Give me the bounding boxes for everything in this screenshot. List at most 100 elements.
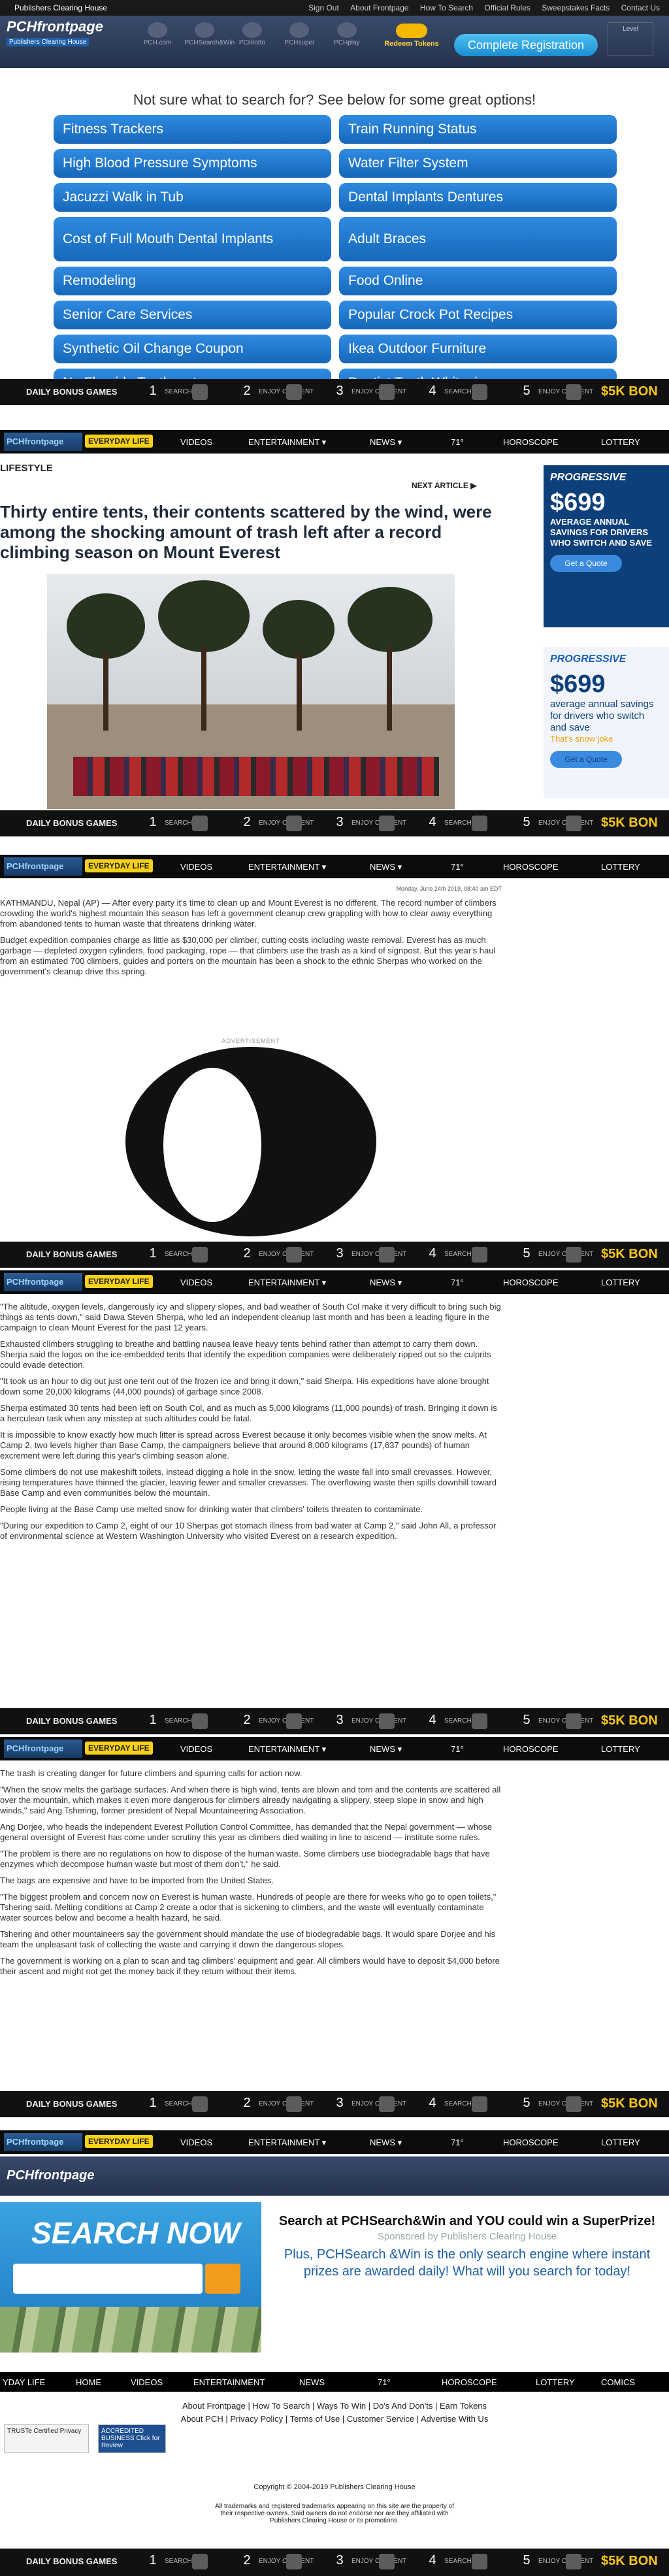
nav-home[interactable]: HOME bbox=[76, 2377, 101, 2387]
everyday-life-tab[interactable]: EVERYDAY LIFE bbox=[85, 859, 153, 872]
bonus-slot[interactable]: 1 SEARCH bbox=[145, 2095, 223, 2113]
nav-lottery[interactable]: LOTTERY bbox=[601, 862, 640, 872]
nav-logo[interactable]: PCHfrontpage bbox=[4, 857, 82, 876]
sign-out-link[interactable]: Sign Out bbox=[308, 3, 339, 12]
nav-horoscope[interactable]: HOROSCOPE bbox=[503, 1278, 559, 1287]
truste-badge[interactable]: TRUSTe Certified Privacy bbox=[4, 2424, 89, 2453]
nav-news[interactable]: NEWS ▾ bbox=[370, 862, 402, 872]
everyday-life-tab[interactable]: EVERYDAY LIFE bbox=[85, 435, 153, 448]
nav-horoscope[interactable]: HOROSCOPE bbox=[442, 2377, 497, 2387]
bonus-slot[interactable]: 1 SEARCH bbox=[145, 1712, 223, 1730]
bonus-prize[interactable]: $5K BON bbox=[601, 1713, 658, 1728]
pch-com-link[interactable]: PCH.com bbox=[137, 22, 178, 46]
nav-entertainment[interactable]: ENTERTAINMENT bbox=[193, 2377, 265, 2387]
bonus-prize[interactable]: $5K BON bbox=[601, 816, 658, 831]
bonus-slot[interactable]: 5ENJOY CONTENT bbox=[519, 1712, 597, 1730]
official-rules-link[interactable]: Official Rules bbox=[484, 3, 530, 12]
pch-logo[interactable]: PCHfrontpage Publishers Clearing House bbox=[7, 18, 131, 58]
nav-entertainment[interactable]: ENTERTAINMENT ▾ bbox=[248, 1744, 326, 1755]
nav-lottery[interactable]: LOTTERY bbox=[601, 2138, 640, 2147]
suggestion-button[interactable]: Train Running Status bbox=[339, 115, 617, 144]
footer-link[interactable]: Privacy Policy bbox=[230, 2414, 283, 2424]
nav-horoscope[interactable]: HOROSCOPE bbox=[503, 2138, 559, 2147]
bonus-slot[interactable]: 3ENJOY CONTENT bbox=[332, 814, 410, 833]
next-article-link[interactable]: NEXT ARTICLE ▶ bbox=[412, 481, 476, 490]
profile-level-box[interactable]: Level bbox=[608, 22, 653, 56]
nav-logo[interactable]: PCHfrontpage bbox=[4, 2133, 82, 2151]
nav-weather[interactable]: 71° bbox=[451, 862, 464, 872]
nav-horoscope[interactable]: HOROSCOPE bbox=[503, 1744, 559, 1754]
sweepstakes-facts-link[interactable]: Sweepstakes Facts bbox=[542, 3, 610, 12]
brand-link[interactable]: Publishers Clearing House bbox=[14, 3, 107, 12]
nav-news[interactable]: NEWS ▾ bbox=[370, 2138, 402, 2148]
nav-news[interactable]: NEWS ▾ bbox=[370, 1278, 402, 1288]
bonus-slot[interactable]: 5ENJOY CONTENT bbox=[519, 814, 597, 833]
footer-link[interactable]: Terms of Use bbox=[290, 2414, 340, 2424]
nav-entertainment[interactable]: ENTERTAINMENT ▾ bbox=[248, 1278, 326, 1288]
bonus-prize[interactable]: $5K BON bbox=[601, 2554, 658, 2569]
footer-link[interactable]: About Frontpage bbox=[182, 2401, 246, 2411]
bonus-slot[interactable]: 4 SEARCH bbox=[425, 2095, 503, 2113]
bonus-slot[interactable]: 1 SEARCH bbox=[145, 1246, 223, 1264]
suggestion-button[interactable]: Water Filter System bbox=[339, 149, 617, 178]
pch-super-link[interactable]: PCHsuper bbox=[279, 22, 319, 46]
suggestion-button[interactable]: Jacuzzi Walk in Tub bbox=[54, 183, 331, 212]
nav-news[interactable]: NEWS ▾ bbox=[370, 1744, 402, 1755]
bonus-slot[interactable]: 2ENJOY CONTENT bbox=[239, 1246, 318, 1264]
bonus-slot[interactable]: 1 SEARCH bbox=[145, 2552, 223, 2571]
bonus-slot[interactable]: 3ENJOY CONTENT bbox=[332, 1712, 410, 1730]
about-frontpage-link[interactable]: About Frontpage bbox=[350, 3, 408, 12]
suggestion-button[interactable]: High Blood Pressure Symptoms bbox=[54, 149, 331, 178]
bonus-slot[interactable]: 1 SEARCH bbox=[145, 383, 223, 401]
promo-search-input[interactable] bbox=[13, 2264, 203, 2294]
get-quote-button[interactable]: Get a Quote bbox=[550, 555, 622, 572]
bbb-badge[interactable]: ACCREDITED BUSINESS Click for Review bbox=[98, 2424, 166, 2453]
promo-logo[interactable]: PCHfrontpage bbox=[7, 2168, 94, 2183]
complete-registration-button[interactable]: Complete Registration bbox=[454, 34, 598, 56]
suggestion-button[interactable]: Fitness Trackers bbox=[54, 115, 331, 144]
bonus-slot[interactable]: 5ENJOY CONTENT bbox=[519, 2095, 597, 2113]
suggestion-button[interactable]: Senior Care Services bbox=[54, 301, 331, 329]
everyday-life-tab[interactable]: EVERYDAY LIFE bbox=[85, 1275, 153, 1288]
suggestion-button[interactable]: Synthetic Oil Change Coupon bbox=[54, 335, 331, 363]
nav-logo[interactable]: PCHfrontpage bbox=[4, 1273, 82, 1291]
everyday-life-tab[interactable]: EVERYDAY LIFE bbox=[85, 1742, 153, 1755]
nav-logo[interactable]: PCHfrontpage bbox=[4, 1740, 82, 1758]
bonus-slot[interactable]: 4 SEARCH bbox=[425, 383, 503, 401]
get-quote-button[interactable]: Get a Quote bbox=[550, 751, 622, 768]
nav-news[interactable]: NEWS bbox=[299, 2377, 325, 2387]
bonus-slot[interactable]: 2ENJOY CONTENT bbox=[239, 814, 318, 833]
nav-videos[interactable]: VIDEOS bbox=[180, 1744, 212, 1754]
bonus-slot[interactable]: 5ENJOY CONTENT bbox=[519, 2552, 597, 2571]
pch-searchwin-link[interactable]: PCHSearch&Win bbox=[184, 22, 235, 46]
progressive-ad-2[interactable]: PROGRESSIVE $699 average annual savings … bbox=[544, 647, 669, 799]
bonus-slot[interactable]: 5ENJOY CONTENT bbox=[519, 1246, 597, 1264]
progressive-ad-1[interactable]: PROGRESSIVE $699 AVERAGE ANNUAL SAVINGS … bbox=[544, 465, 669, 627]
bonus-slot[interactable]: 3ENJOY CONTENT bbox=[332, 1246, 410, 1264]
how-to-search-link[interactable]: How To Search bbox=[420, 3, 473, 12]
suggestion-button[interactable]: Food Online bbox=[339, 267, 617, 295]
nav-entertainment[interactable]: ENTERTAINMENT ▾ bbox=[248, 437, 326, 448]
bonus-slot[interactable]: 2ENJOY CONTENT bbox=[239, 2552, 318, 2571]
bonus-slot[interactable]: 2ENJOY CONTENT bbox=[239, 2095, 318, 2113]
footer-link[interactable]: Ways To Win bbox=[317, 2401, 366, 2411]
nav-weather[interactable]: 71° bbox=[451, 437, 464, 447]
nav-horoscope[interactable]: HOROSCOPE bbox=[503, 437, 559, 447]
footer-link[interactable]: Do's And Don'ts bbox=[373, 2401, 433, 2411]
pch-play-link[interactable]: PCHplay bbox=[327, 22, 367, 46]
nav-everyday[interactable]: YDAY LIFE bbox=[3, 2377, 45, 2387]
nav-entertainment[interactable]: ENTERTAINMENT ▾ bbox=[248, 862, 326, 872]
bonus-prize[interactable]: $5K BON bbox=[601, 1247, 658, 1262]
bonus-slot[interactable]: 4 SEARCH bbox=[425, 1246, 503, 1264]
nav-videos[interactable]: VIDEOS bbox=[131, 2377, 163, 2387]
nav-videos[interactable]: VIDEOS bbox=[180, 1278, 212, 1287]
suggestion-button[interactable]: Cost of Full Mouth Dental Implants bbox=[54, 217, 331, 261]
bonus-slot[interactable]: 2ENJOY CONTENT bbox=[239, 383, 318, 401]
suggestion-button[interactable]: Remodeling bbox=[54, 267, 331, 295]
pch-lotto-link[interactable]: PCHlotto bbox=[232, 22, 272, 46]
nav-videos[interactable]: VIDEOS bbox=[180, 437, 212, 447]
bonus-slot[interactable]: 4 SEARCH bbox=[425, 2552, 503, 2571]
nav-horoscope[interactable]: HOROSCOPE bbox=[503, 862, 559, 872]
bonus-slot[interactable]: 3ENJOY CONTENT bbox=[332, 2095, 410, 2113]
nav-videos[interactable]: VIDEOS bbox=[180, 862, 212, 872]
